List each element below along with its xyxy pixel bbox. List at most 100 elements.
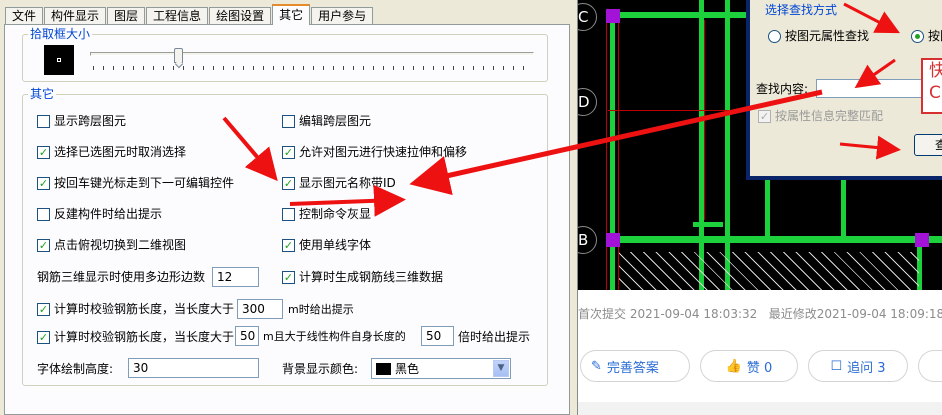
column-node xyxy=(606,9,620,23)
followup-button[interactable]: ☐ 追问 3 xyxy=(808,350,908,382)
option-control-command-gray[interactable]: 控制命令灰显 xyxy=(282,207,371,221)
other-group-title: 其它 xyxy=(28,87,57,101)
find-content-label: 查找内容: xyxy=(756,82,809,96)
radio-label: 按图元属性查找 xyxy=(785,29,870,43)
grid-line-red xyxy=(606,20,607,290)
checkbox[interactable]: ✓ xyxy=(758,109,771,123)
option-edit-cross-layer[interactable]: 编辑跨层图元 xyxy=(282,114,371,128)
checkbox[interactable]: ✓ xyxy=(37,145,50,159)
check-len2-suffix: 倍时给出提示 xyxy=(458,330,531,344)
modified-time: 最近修改2021-09-04 18:09:18 (修 xyxy=(768,307,942,321)
checkbox[interactable]: ✓ xyxy=(282,145,295,159)
option-show-cross-layer[interactable]: 显示跨层图元 xyxy=(37,114,126,128)
slider-ticks xyxy=(93,66,533,70)
tab-layers[interactable]: 图层 xyxy=(107,7,146,25)
option-label: 点击俯视切换到二维视图 xyxy=(54,238,187,252)
font-height-label: 字体绘制高度: xyxy=(37,362,114,376)
option-top-view-2d[interactable]: ✓ 点击俯视切换到二维视图 xyxy=(37,238,186,252)
answer-meta: 首次提交 2021-09-04 18:03:32 最近修改2021-09-04 … xyxy=(578,300,942,328)
checkbox[interactable] xyxy=(37,114,50,128)
grid-line-red xyxy=(704,20,705,220)
slab-hatch xyxy=(619,252,919,290)
checkbox[interactable]: ✓ xyxy=(37,176,50,190)
pickbox-group xyxy=(22,34,548,82)
pickbox-slider-track[interactable] xyxy=(90,52,534,56)
submitted-time: 首次提交 2021-09-04 18:03:32 xyxy=(578,307,758,321)
button-label: 完善答案 xyxy=(606,360,659,376)
option-label: 编辑跨层图元 xyxy=(299,114,372,128)
option-single-line-font[interactable]: ✓ 使用单线字体 xyxy=(282,238,371,252)
rebar-length-input-2[interactable] xyxy=(235,326,259,346)
pickbox-slider-thumb[interactable] xyxy=(174,48,183,63)
tab-strip: 文件 构件显示 图层 工程信息 绘图设置 其它 用户参与 xyxy=(5,4,374,26)
tab-component-display[interactable]: 构件显示 xyxy=(44,7,107,25)
radio-find-by-other[interactable]: 按图 xyxy=(911,29,942,43)
radio-find-by-attr[interactable]: 按图元属性查找 xyxy=(768,29,869,43)
checkbox[interactable]: ✓ xyxy=(37,302,50,316)
checkbox[interactable] xyxy=(282,114,295,128)
font-height-input[interactable] xyxy=(128,358,259,378)
option-check-rebar-length-2[interactable]: ✓ 计算时校验钢筋长度，当长度大于 xyxy=(37,330,234,344)
radio-button[interactable] xyxy=(911,29,924,43)
tab-project-info[interactable]: 工程信息 xyxy=(146,7,209,25)
bg-color-select[interactable]: 黑色 ▼ xyxy=(371,358,511,379)
beam-line xyxy=(608,236,942,243)
more-button[interactable] xyxy=(918,350,942,382)
rebar-length-input-1[interactable] xyxy=(237,299,283,319)
option-gen-rebar-3d[interactable]: ✓ 计算时生成钢筋线三维数据 xyxy=(282,270,443,284)
edit-icon: ✎ xyxy=(591,358,602,374)
rebar-ratio-input[interactable] xyxy=(421,326,454,346)
grid-line-red xyxy=(618,20,619,290)
beam-line xyxy=(693,222,723,227)
annotation-box: 快 C xyxy=(921,58,942,114)
option-label: 选择已选图元时取消选择 xyxy=(54,145,187,159)
bg-color-label: 背景显示颜色: xyxy=(282,362,359,376)
thumbs-up-icon: 👍 xyxy=(725,358,742,374)
checkbox[interactable]: ✓ xyxy=(282,176,295,190)
axis-label-c: C xyxy=(578,8,589,26)
option-label: 反建构件时给出提示 xyxy=(54,207,163,221)
option-label: 控制命令灰显 xyxy=(299,207,372,221)
checkbox[interactable]: ✓ xyxy=(282,238,295,252)
checkbox[interactable] xyxy=(282,207,295,221)
find-method-title: 选择查找方式 xyxy=(765,3,838,17)
checkbox[interactable]: ✓ xyxy=(282,270,295,284)
find-button[interactable]: 查 xyxy=(914,134,942,156)
rebar-polygon-input[interactable] xyxy=(212,267,259,287)
tab-user-participation[interactable]: 用户参与 xyxy=(311,7,374,25)
button-label: 追问 3 xyxy=(847,360,886,376)
tab-file[interactable]: 文件 xyxy=(5,7,44,25)
like-button[interactable]: 👍 赞 0 xyxy=(700,350,798,382)
option-allow-stretch[interactable]: ✓ 允许对图元进行快速拉伸和偏移 xyxy=(282,145,467,159)
option-label: 显示图元名称带ID xyxy=(299,176,396,190)
find-content-input[interactable] xyxy=(816,79,926,98)
radio-button[interactable] xyxy=(768,29,781,43)
tab-drawing-settings[interactable]: 绘图设置 xyxy=(209,7,272,25)
radio-label: 按图 xyxy=(928,29,942,43)
option-check-rebar-length-1[interactable]: ✓ 计算时校验钢筋长度，当长度大于 xyxy=(37,302,234,316)
annotation-text-2: C xyxy=(929,83,941,103)
option-label: 允许对图元进行快速拉伸和偏移 xyxy=(299,145,468,159)
comment-icon: ☐ xyxy=(830,358,843,374)
option-full-match[interactable]: ✓ 按属性信息完整匹配 xyxy=(758,109,883,123)
improve-answer-button[interactable]: ✎ 完善答案 xyxy=(580,350,690,382)
option-label: 按属性信息完整匹配 xyxy=(775,109,884,123)
bottom-bar xyxy=(578,402,942,415)
tab-other[interactable]: 其它 xyxy=(272,4,311,25)
column-line xyxy=(841,180,846,240)
annotation-text-1: 快 xyxy=(929,61,942,81)
option-label: 计算时生成钢筋线三维数据 xyxy=(299,270,444,284)
cad-viewport: C D B 选择查找方式 按图元属性查找 按图 查找内容: ✓ 按属性信息完整匹… xyxy=(578,0,942,290)
option-enter-next-control[interactable]: ✓ 按回车键光标走到下一可编辑控件 xyxy=(37,176,234,190)
checkbox[interactable] xyxy=(37,207,50,221)
chevron-down-icon[interactable]: ▼ xyxy=(493,360,509,377)
pickbox-preview xyxy=(44,45,74,75)
column-node xyxy=(915,233,929,247)
checkbox[interactable]: ✓ xyxy=(37,330,50,344)
option-label: 使用单线字体 xyxy=(299,238,372,252)
checkbox[interactable]: ✓ xyxy=(37,238,50,252)
option-show-name-id[interactable]: ✓ 显示图元名称带ID xyxy=(282,176,396,190)
find-dialog: 选择查找方式 按图元属性查找 按图 查找内容: ✓ 按属性信息完整匹配 查 快 … xyxy=(746,0,942,180)
option-cancel-selected[interactable]: ✓ 选择已选图元时取消选择 xyxy=(37,145,186,159)
option-reverse-build-hint[interactable]: 反建构件时给出提示 xyxy=(37,207,162,221)
